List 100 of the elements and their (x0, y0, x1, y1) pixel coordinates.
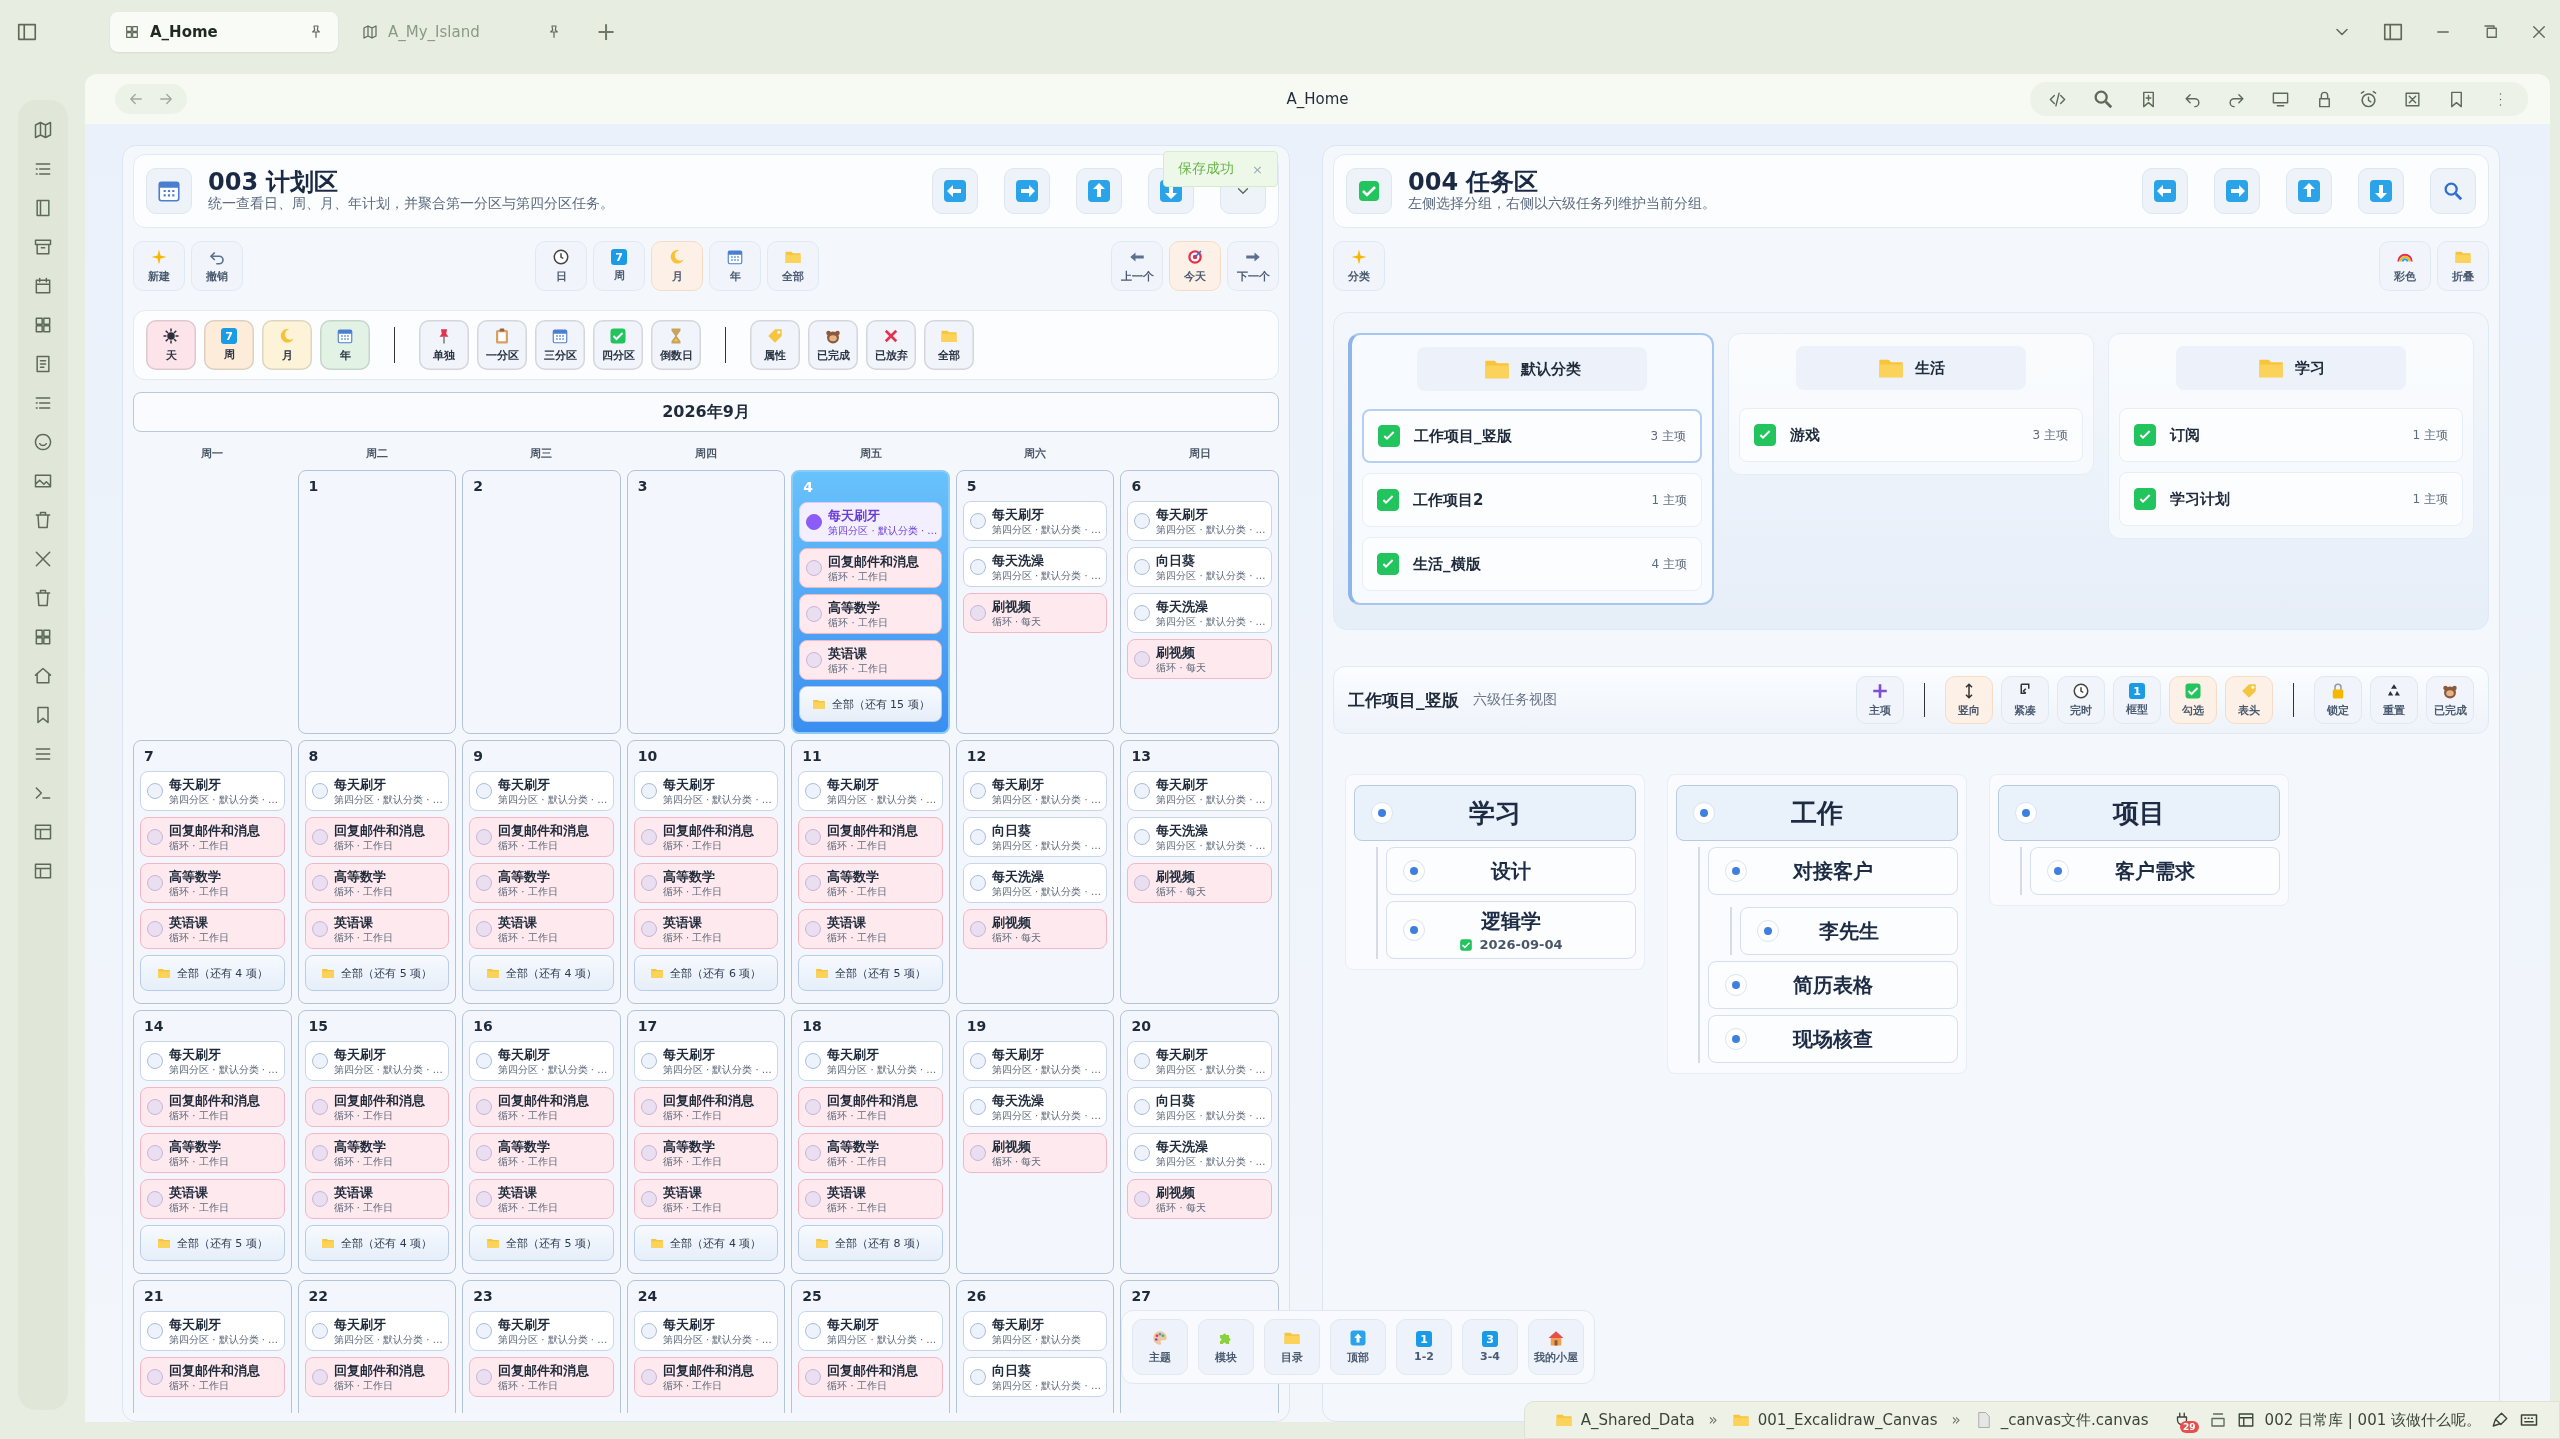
toolbar-button[interactable]: 全部 (767, 241, 819, 291)
filter-chip[interactable]: 月 (262, 320, 312, 370)
task-card[interactable]: 英语课 循环 · 工作日 (633, 909, 779, 949)
close-icon[interactable] (2530, 23, 2548, 41)
arrow-right-button[interactable] (1004, 168, 1050, 214)
task-card[interactable]: 每天刷牙 第四分区 · 默认分类 · … (140, 771, 285, 811)
task-card[interactable]: 英语课 循环 · 工作日 (140, 1179, 285, 1219)
task-card[interactable]: 每天刷牙 第四分区 · 默认分类 · … (469, 1041, 614, 1081)
day-cell[interactable]: 23 每天刷牙 第四分区 · 默认分类 · … 回复邮件和消息 循环 · 工作日 (462, 1280, 621, 1413)
task-card[interactable]: 每天刷牙 第四分区 · 默认分类 · … (799, 502, 942, 542)
status-circle[interactable] (311, 1369, 328, 1385)
status-circle[interactable] (1134, 1145, 1151, 1161)
day-cell[interactable]: 7 每天刷牙 第四分区 · 默认分类 · … 回复邮件和消息 循环 · 工作日 高等数学 循环 · 工作日 英语课 循环 · 工作日 全部（还有 4 项） (133, 740, 292, 1004)
filter-chip[interactable]: 已放弃 (866, 320, 916, 370)
status-circle[interactable] (969, 513, 986, 529)
status-circle[interactable] (1134, 1053, 1151, 1069)
task-card[interactable]: 高等数学 循环 · 工作日 (633, 1133, 779, 1173)
sidebar-toggle-icon[interactable] (16, 21, 38, 43)
status-circle[interactable] (640, 921, 657, 937)
status-circle[interactable] (640, 1369, 657, 1385)
group-item[interactable]: 订阅 1 主项 (2119, 408, 2463, 462)
alarm-icon[interactable] (2359, 89, 2378, 109)
root-node[interactable]: 工作 (1676, 785, 1958, 841)
toolbar-button[interactable]: 主题 (1132, 1319, 1188, 1375)
task-card[interactable]: 向日葵 第四分区 · 默认分类 · … (962, 1357, 1108, 1397)
toolbar-button[interactable]: 今天 (1169, 241, 1221, 291)
task-card[interactable]: 每天刷牙 第四分区 · 默认分类 · … (633, 1041, 779, 1081)
arrow-up-button[interactable] (1076, 168, 1122, 214)
group-header[interactable]: 学习 (2176, 346, 2406, 390)
task-card[interactable]: 回复邮件和消息 循环 · 工作日 (469, 1087, 614, 1127)
status-circle[interactable] (1134, 875, 1151, 891)
filter-chip[interactable]: 四分区 (593, 320, 643, 370)
task-card[interactable]: 每天刷牙 第四分区 · 默认分类 · … (304, 771, 450, 811)
task-card[interactable]: 向日葵 第四分区 · 默认分类 · … (1127, 547, 1272, 587)
status-circle[interactable] (1134, 559, 1151, 575)
task-card[interactable]: 刷视频 循环 · 每天 (1127, 1179, 1272, 1219)
day-cell[interactable]: 17 每天刷牙 第四分区 · 默认分类 · … 回复邮件和消息 循环 · 工作日 高等数学 循环 · 工作日 英语课 循环 · 工作日 全部（还有 4 项） (626, 1010, 786, 1274)
root-node[interactable]: 学习 (1354, 785, 1636, 841)
task-card[interactable]: 英语课 循环 · 工作日 (469, 909, 614, 949)
status-circle[interactable] (1134, 1099, 1151, 1115)
task-node[interactable]: 客户需求 (2030, 847, 2280, 895)
task-card[interactable]: 每天刷牙 第四分区 · 默认分类 · … (633, 771, 779, 811)
sidebar-toggle-icon[interactable] (2382, 21, 2404, 43)
status-circle[interactable] (311, 1145, 328, 1161)
checkbox[interactable] (1378, 425, 1400, 447)
toolbar-button[interactable]: 彩色 (2379, 241, 2431, 291)
status-circle[interactable] (1134, 651, 1151, 667)
status-circle[interactable] (640, 1323, 657, 1339)
group-card[interactable]: 生活 游戏 3 主项 (1728, 333, 2094, 475)
filter-chip[interactable]: 倒数日 (651, 320, 701, 370)
toolbar-button[interactable]: 撤销 (191, 241, 243, 291)
day-cell[interactable]: 12 每天刷牙 第四分区 · 默认分类 · … 向日葵 第四分区 · 默认分类 · … 每天洗澡 第四分区 · 默认分类 · … 刷视频 循环 · 每天 (955, 740, 1115, 1004)
status-circle[interactable] (969, 1323, 986, 1339)
archive-icon[interactable] (32, 237, 53, 257)
task-card[interactable]: 每天刷牙 第四分区 · 默认分类 · … (798, 771, 943, 811)
day-cell[interactable]: 18 每天刷牙 第四分区 · 默认分类 · … 回复邮件和消息 循环 · 工作日 高等数学 循环 · 工作日 英语课 循环 · 工作日 全部（还有 8 项） (791, 1010, 950, 1274)
task-card[interactable]: 每天刷牙 第四分区 · 默认分类 · … (1127, 501, 1272, 541)
day-cell[interactable]: 1 (297, 470, 457, 734)
day-cell[interactable]: 20 每天刷牙 第四分区 · 默认分类 · … 向日葵 第四分区 · 默认分类 · … 每天洗澡 第四分区 · 默认分类 · … 刷视频 循环 · 每天 (1120, 1010, 1279, 1274)
status-circle[interactable] (1134, 1191, 1151, 1207)
table-icon[interactable] (2236, 1411, 2255, 1429)
path-segment[interactable]: A_Shared_Data (1580, 1411, 1695, 1429)
status-circle[interactable] (805, 783, 822, 799)
task-card[interactable]: 回复邮件和消息 循环 · 工作日 (469, 817, 614, 857)
task-node[interactable]: 设计 (1386, 847, 1636, 895)
task-card[interactable]: 高等数学 循环 · 工作日 (469, 1133, 614, 1173)
status-circle[interactable] (1134, 605, 1151, 621)
day-cell[interactable]: 11 每天刷牙 第四分区 · 默认分类 · … 回复邮件和消息 循环 · 工作日 高等数学 循环 · 工作日 英语课 循环 · 工作日 全部（还有 5 项） (791, 740, 950, 1004)
layers-icon[interactable] (2208, 1411, 2227, 1429)
show-all-button[interactable]: 全部（还有 5 项） (469, 1225, 614, 1261)
filter-chip[interactable]: 年 (320, 320, 370, 370)
status-circle[interactable] (476, 1191, 493, 1207)
status-circle[interactable] (969, 829, 986, 845)
day-cell[interactable]: 22 每天刷牙 第四分区 · 默认分类 · … 回复邮件和消息 循环 · 工作日 (297, 1280, 457, 1413)
task-card[interactable]: 每天刷牙 第四分区 · 默认分类 (962, 1311, 1108, 1351)
task-card[interactable]: 每天洗澡 第四分区 · 默认分类 · … (962, 863, 1108, 903)
status-circle[interactable] (640, 1191, 657, 1207)
status-circle[interactable] (147, 783, 163, 799)
task-card[interactable]: 高等数学 循环 · 工作日 (633, 863, 779, 903)
task-node[interactable]: 现场核查 (1708, 1015, 1958, 1063)
show-all-button[interactable]: 全部（还有 4 项） (304, 1225, 450, 1261)
status-circle[interactable] (476, 1369, 493, 1385)
task-card[interactable]: 每天刷牙 第四分区 · 默认分类 · … (798, 1041, 943, 1081)
table-icon[interactable] (32, 861, 53, 881)
show-all-button[interactable]: 全部（还有 5 项） (304, 955, 450, 991)
toolbar-button[interactable]: 1 框型 (2113, 676, 2161, 724)
status-circle[interactable] (147, 1323, 163, 1339)
task-node[interactable]: 李先生 (1740, 907, 1958, 955)
toolbar-button[interactable]: 表头 (2225, 676, 2273, 724)
day-cell[interactable]: 14 每天刷牙 第四分区 · 默认分类 · … 回复邮件和消息 循环 · 工作日 高等数学 循环 · 工作日 英语课 循环 · 工作日 全部（还有 5 项） (133, 1010, 292, 1274)
toolbar-button[interactable]: 已完成 (2426, 676, 2474, 724)
show-all-button[interactable]: 全部（还有 4 项） (140, 955, 285, 991)
task-card[interactable]: 每天刷牙 第四分区 · 默认分类 · … (469, 1311, 614, 1351)
arrow-left-button[interactable] (932, 168, 978, 214)
table-icon[interactable] (32, 822, 53, 842)
group-card[interactable]: 学习 订阅 1 主项 学习计划 1 主项 (2108, 333, 2474, 539)
day-cell[interactable]: 16 每天刷牙 第四分区 · 默认分类 · … 回复邮件和消息 循环 · 工作日 高等数学 循环 · 工作日 英语课 循环 · 工作日 全部（还有 5 项） (462, 1010, 621, 1274)
status-circle[interactable] (147, 921, 163, 937)
status-circle[interactable] (805, 1099, 822, 1115)
day-cell[interactable]: 5 每天刷牙 第四分区 · 默认分类 · … 每天洗澡 第四分区 · 默认分类 · … 刷视频 循环 · 每天 (955, 470, 1115, 734)
